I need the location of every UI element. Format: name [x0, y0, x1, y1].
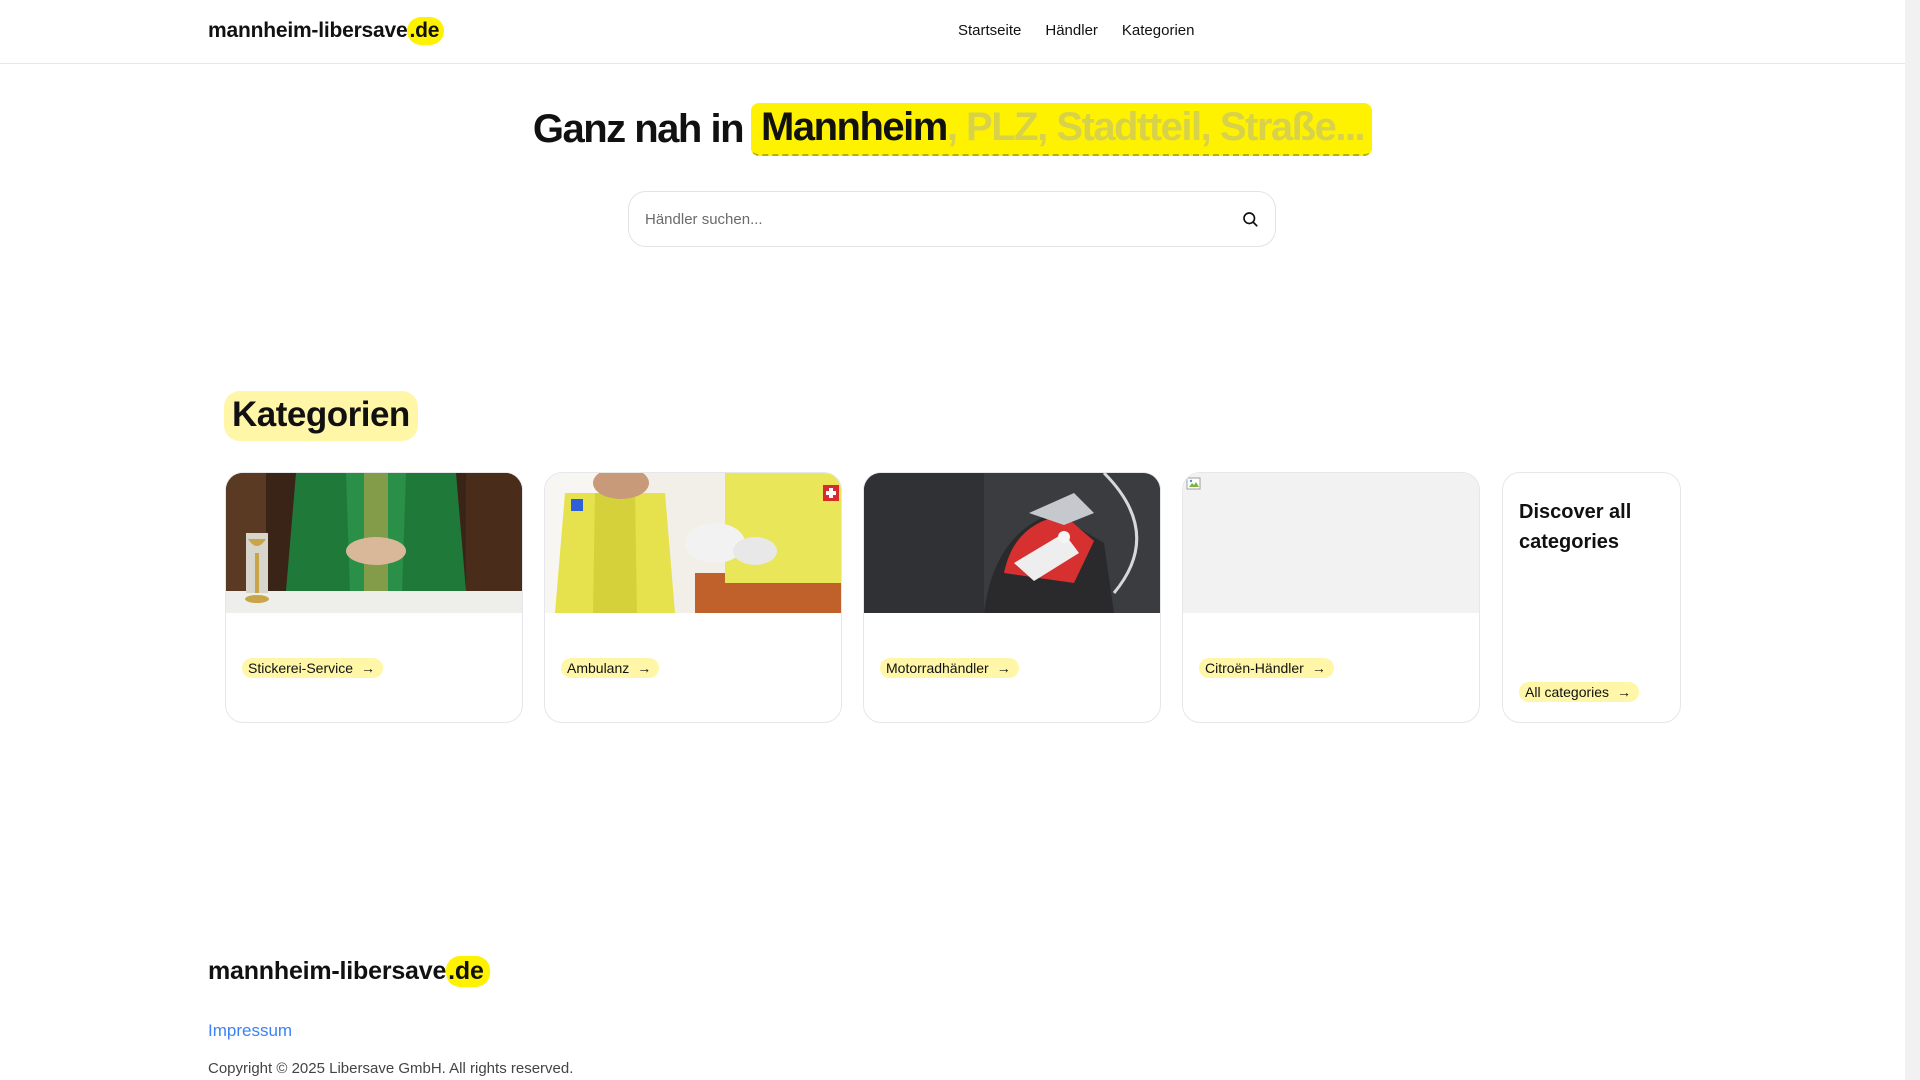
site-logo[interactable]: mannheim-libersave .de	[208, 17, 445, 45]
priest-vestment-image	[226, 473, 522, 613]
footer-logo-tld: .de	[446, 956, 490, 987]
hero-location-highlight: Mannheim, PLZ, Stadtteil, Straße...	[751, 103, 1373, 156]
motorcycle-image	[864, 473, 1160, 613]
category-chip[interactable]: Stickerei-Service →	[242, 658, 384, 678]
footer-logo[interactable]: mannheim-libersave .de	[208, 956, 490, 987]
category-card-citroen-haendler[interactable]: Citroën-Händler →	[1182, 472, 1480, 723]
nav-link-startseite[interactable]: Startseite	[958, 22, 1021, 39]
nav-link-haendler[interactable]: Händler	[1045, 22, 1098, 39]
page-scrollbar[interactable]	[1905, 0, 1920, 1080]
category-card-stickerei-service[interactable]: Stickerei-Service →	[225, 472, 523, 723]
category-image-ambulanz	[545, 473, 841, 613]
category-chip[interactable]: Ambulanz →	[561, 658, 660, 678]
arrow-right-icon: →	[637, 660, 652, 676]
category-chip[interactable]: Motorradhändler →	[880, 658, 1019, 678]
discover-all-categories-card[interactable]: Discover all categories All categories →	[1502, 472, 1681, 723]
search-icon[interactable]	[1241, 210, 1259, 228]
category-card-motorradhaendler[interactable]: Motorradhändler →	[863, 472, 1161, 723]
category-image-citroen-haendler	[1183, 473, 1479, 613]
logo-tld: .de	[407, 17, 445, 45]
category-label: Motorradhändler	[886, 660, 989, 676]
arrow-right-icon: →	[1311, 660, 1326, 676]
discover-title: Discover all categories	[1519, 501, 1632, 553]
category-image-stickerei-service	[226, 473, 522, 613]
category-label: Ambulanz	[567, 660, 630, 676]
arrow-right-icon: →	[1617, 684, 1632, 700]
nav-link-kategorien[interactable]: Kategorien	[1122, 22, 1195, 39]
arrow-right-icon: →	[996, 660, 1011, 676]
merchant-search-box	[628, 191, 1276, 247]
category-label: Citroën-Händler	[1205, 660, 1304, 676]
broken-image-icon	[1186, 477, 1201, 490]
hero-title: Ganz nah in Mannheim, PLZ, Stadtteil, St…	[0, 103, 1905, 156]
categories-heading: Kategorien	[224, 391, 418, 441]
footer-logo-name: mannheim-libersave	[208, 957, 447, 985]
logo-name: mannheim-libersave	[208, 19, 408, 42]
hero-city: Mannheim	[761, 105, 948, 149]
site-header: mannheim-libersave .de Startseite Händler…	[0, 0, 1905, 64]
paramedics-image	[545, 473, 841, 613]
main-nav: Startseite Händler Kategorien	[958, 22, 1194, 39]
category-card-ambulanz[interactable]: Ambulanz →	[544, 472, 842, 723]
arrow-right-icon: →	[361, 660, 376, 676]
hero-prefix: Ganz nah in	[532, 107, 745, 151]
all-categories-label: All categories	[1525, 684, 1610, 700]
category-label: Stickerei-Service	[248, 660, 354, 676]
copyright-text: Copyright © 2025 Libersave GmbH. All rig…	[208, 1060, 574, 1077]
category-chip[interactable]: Citroën-Händler →	[1199, 658, 1334, 678]
category-image-motorradhaendler	[864, 473, 1160, 613]
all-categories-link[interactable]: All categories →	[1519, 682, 1640, 702]
impressum-link[interactable]: Impressum	[208, 1021, 292, 1041]
merchant-search-input[interactable]	[645, 210, 1241, 228]
hero-location-hint: , PLZ, Stadtteil, Straße...	[946, 105, 1366, 149]
